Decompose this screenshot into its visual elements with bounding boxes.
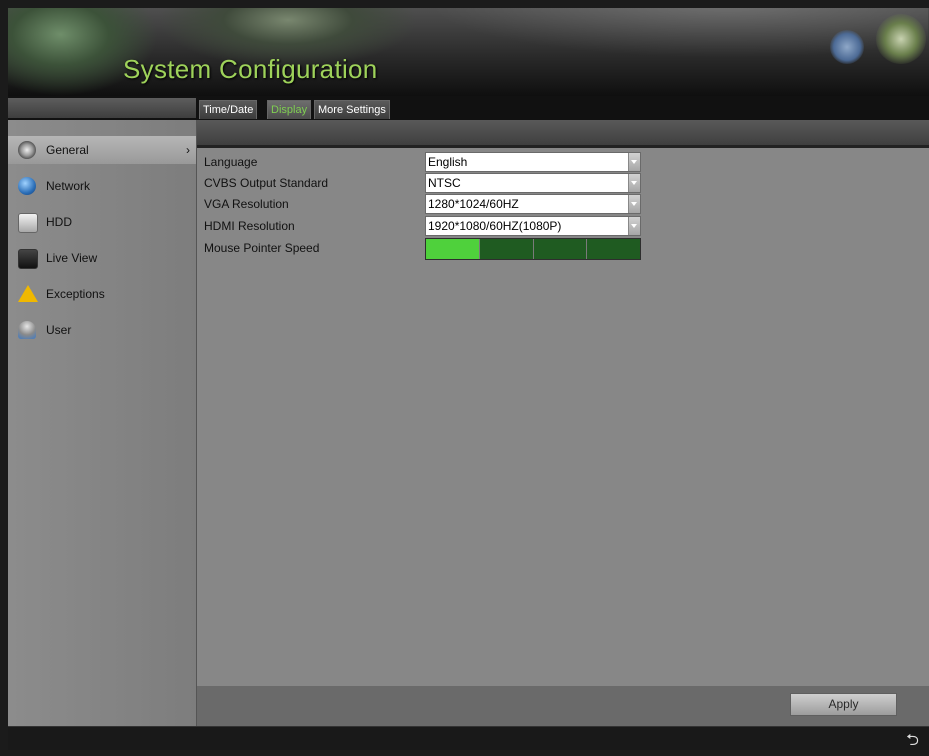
dropdown-arrow-icon[interactable] <box>628 174 640 192</box>
sidebar-item-label: General <box>46 143 89 157</box>
cvbs-label: CVBS Output Standard <box>204 176 329 190</box>
banner-bokeh-green <box>876 14 926 64</box>
sidebar-item-label: Network <box>46 179 91 193</box>
page-title: System Configuration <box>123 54 378 84</box>
language-value: English <box>428 155 468 169</box>
vga-select[interactable]: 1280*1024/60HZ <box>425 194 641 214</box>
sidebar-item-network[interactable]: Network <box>8 172 196 200</box>
network-icon <box>18 177 36 195</box>
dropdown-arrow-icon[interactable] <box>628 195 640 213</box>
sidebar-item-label: Live View <box>46 251 98 265</box>
sidebar-item-general[interactable]: General › <box>8 136 196 164</box>
hdd-icon <box>18 213 38 233</box>
cvbs-select[interactable]: NTSC <box>425 173 641 193</box>
sidebar: General › Network HDD Live View Exceptio… <box>8 120 197 726</box>
display-settings-panel: Language English CVBS Output Standard NT… <box>197 120 929 726</box>
header-banner: System Configuration <box>8 8 929 96</box>
vga-value: 1280*1024/60HZ <box>428 197 519 211</box>
chevron-right-icon: › <box>186 143 190 157</box>
user-icon <box>18 321 36 339</box>
sidebar-item-live-view[interactable]: Live View <box>8 244 196 272</box>
sidebar-item-hdd[interactable]: HDD <box>8 208 196 236</box>
banner-bokeh-blue <box>830 30 864 64</box>
hdmi-value: 1920*1080/60HZ(1080P) <box>428 219 562 233</box>
mouse-speed-segment[interactable] <box>479 239 534 259</box>
sidebar-item-label: HDD <box>46 215 72 229</box>
back-icon[interactable]: ⮌ <box>906 729 919 756</box>
mouse-speed-label: Mouse Pointer Speed <box>204 241 320 255</box>
gear-icon <box>18 141 36 159</box>
vga-label: VGA Resolution <box>204 197 289 211</box>
mouse-speed-segment[interactable] <box>426 239 480 259</box>
tab-time-date[interactable]: Time/Date <box>199 100 258 119</box>
mouse-speed-slider[interactable] <box>425 238 641 260</box>
panel-footer: Apply <box>197 686 929 726</box>
language-select[interactable]: English <box>425 152 641 172</box>
apply-button[interactable]: Apply <box>790 693 897 716</box>
tab-display[interactable]: Display <box>267 100 312 119</box>
mouse-speed-segment[interactable] <box>587 239 640 259</box>
tab-strip: Time/Date Display More Settings <box>8 96 929 120</box>
panel-header-bar <box>197 120 929 148</box>
tab-more-settings[interactable]: More Settings <box>314 100 390 119</box>
cvbs-value: NTSC <box>428 176 461 190</box>
hdmi-label: HDMI Resolution <box>204 219 295 233</box>
dropdown-arrow-icon[interactable] <box>628 153 640 171</box>
status-bar: ⮌ <box>8 726 929 750</box>
warning-icon <box>18 285 38 302</box>
monitor-icon <box>18 249 38 269</box>
dropdown-arrow-icon[interactable] <box>628 217 640 235</box>
sidebar-item-exceptions[interactable]: Exceptions <box>8 280 196 308</box>
sidebar-item-label: User <box>46 323 72 337</box>
sidebar-item-user[interactable]: User <box>8 316 196 344</box>
sidebar-item-label: Exceptions <box>46 287 105 301</box>
language-label: Language <box>204 155 258 169</box>
mouse-speed-segment[interactable] <box>533 239 588 259</box>
hdmi-select[interactable]: 1920*1080/60HZ(1080P) <box>425 216 641 236</box>
